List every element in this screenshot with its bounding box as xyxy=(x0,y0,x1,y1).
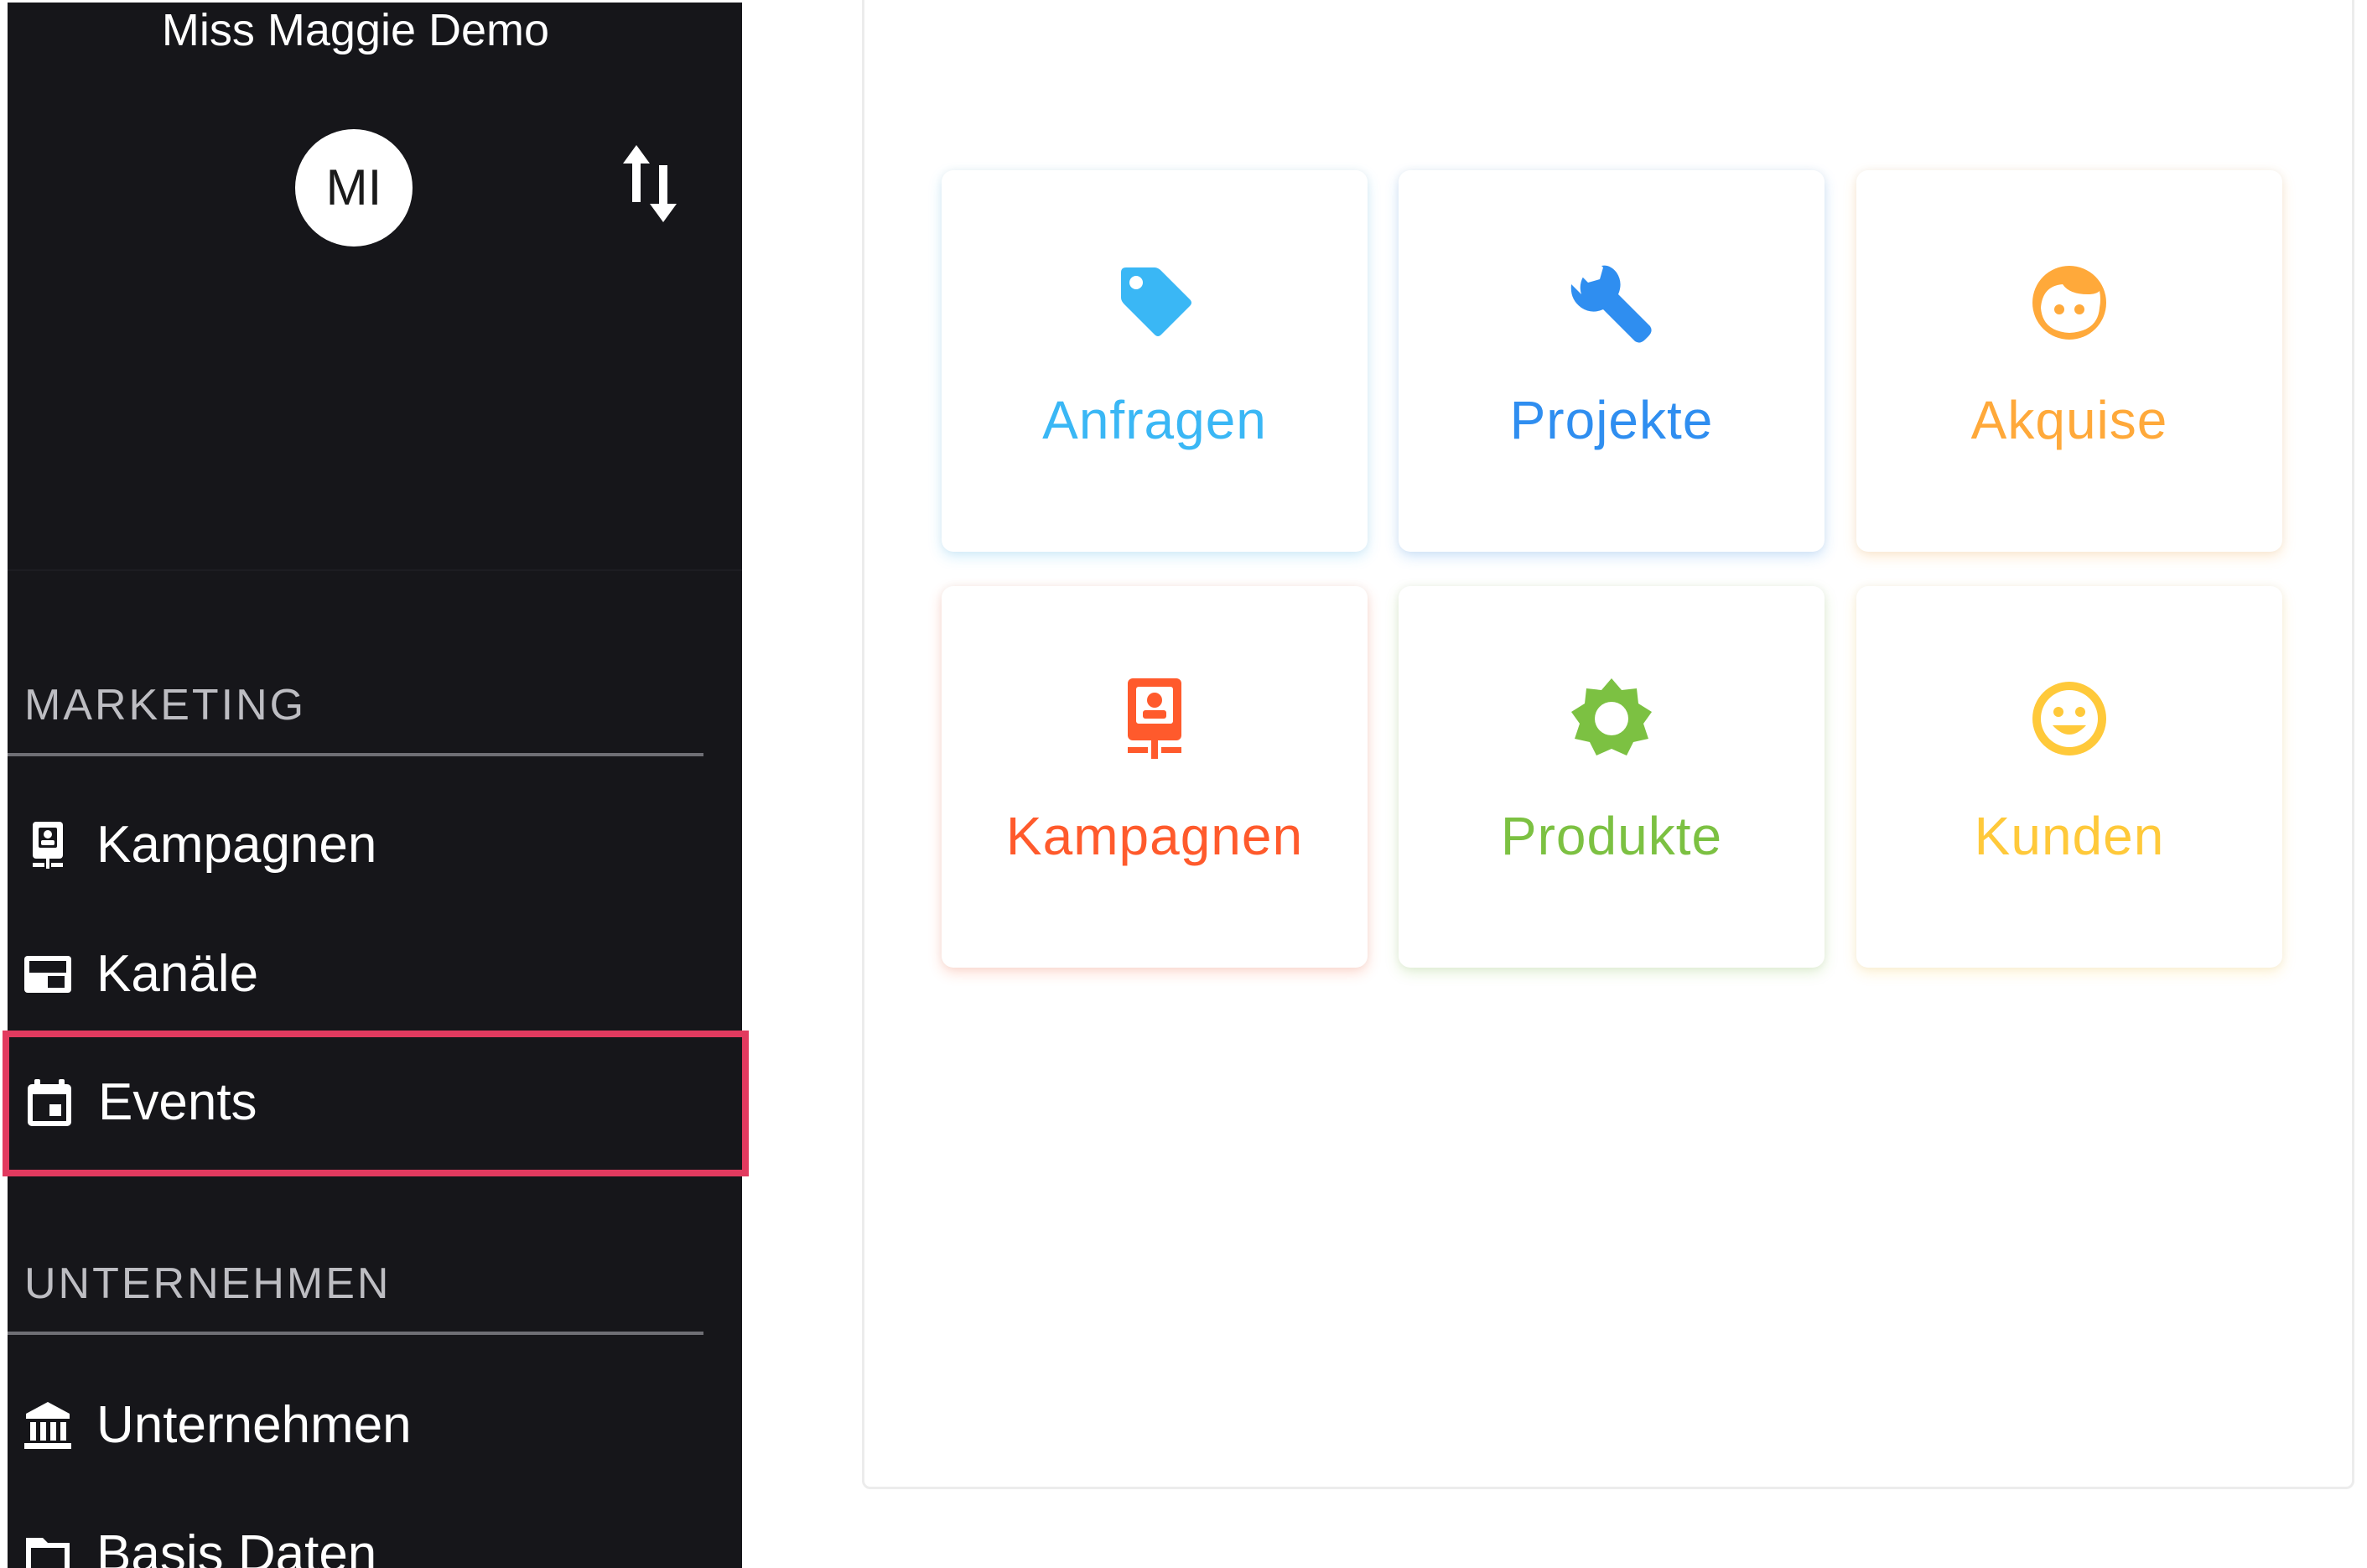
org-name: Miss Maggie Demo xyxy=(161,5,550,55)
tile-kunden[interactable]: Kunden xyxy=(1856,586,2282,968)
gear-icon xyxy=(1571,678,1652,755)
profile-divider xyxy=(8,569,742,571)
sidebar-item-label: Kampagnen xyxy=(96,816,377,874)
sidebar-item-kampagnen[interactable]: Kampagnen xyxy=(8,783,742,909)
campaign-icon xyxy=(1128,678,1181,759)
campaign-icon xyxy=(33,822,63,869)
tile-label: Projekte xyxy=(1509,390,1714,450)
sidebar-item-label: Basis Daten xyxy=(96,1525,377,1568)
switch-arrows-icon[interactable] xyxy=(618,142,685,226)
sidebar-item-label: Unternehmen xyxy=(96,1396,412,1454)
sidebar-item-label: Kanäle xyxy=(96,945,259,1003)
wrench-icon xyxy=(1570,261,1652,343)
smiley-icon xyxy=(2032,682,2106,755)
tile-label: Anfragen xyxy=(1042,390,1267,450)
avatar[interactable]: MI xyxy=(295,129,413,247)
sidebar-item-kanaele[interactable]: Kanäle xyxy=(8,912,742,1038)
section-rule-marketing xyxy=(8,753,703,756)
tag-icon xyxy=(1121,267,1191,336)
tile-akquise[interactable]: Akquise xyxy=(1856,170,2282,552)
section-rule-unternehmen xyxy=(8,1332,703,1335)
calendar-icon xyxy=(28,1079,71,1126)
sidebar-item-unternehmen[interactable]: Unternehmen xyxy=(8,1363,742,1489)
face-icon xyxy=(2032,266,2106,340)
tile-produkte[interactable]: Produkte xyxy=(1399,586,1825,968)
bank-icon xyxy=(24,1402,71,1449)
sidebar: Miss Maggie Demo MI MARKETING Kampagnen xyxy=(3,3,749,1568)
sidebar-item-basis-daten[interactable]: Basis Daten xyxy=(8,1493,742,1568)
tile-kampagnen[interactable]: Kampagnen xyxy=(942,586,1368,968)
tile-projekte[interactable]: Projekte xyxy=(1399,170,1825,552)
dashboard-panel: Anfragen Projekte Akquise Kampagnen Prod… xyxy=(862,0,2354,1489)
channel-icon xyxy=(24,956,71,993)
sidebar-item-events[interactable]: Events xyxy=(3,1031,749,1176)
app-page: Miss Maggie Demo MI MARKETING Kampagnen xyxy=(0,0,2367,1568)
tile-anfragen[interactable]: Anfragen xyxy=(942,170,1368,552)
tile-label: Produkte xyxy=(1500,806,1723,866)
folder-icon xyxy=(26,1538,70,1568)
sidebar-item-label: Events xyxy=(98,1073,257,1131)
section-heading-unternehmen: UNTERNEHMEN xyxy=(24,1259,392,1308)
tile-label: Akquise xyxy=(1970,390,2168,450)
tile-label: Kampagnen xyxy=(1005,806,1304,866)
section-heading-marketing: MARKETING xyxy=(24,681,307,729)
tile-label: Kunden xyxy=(1974,806,2165,866)
